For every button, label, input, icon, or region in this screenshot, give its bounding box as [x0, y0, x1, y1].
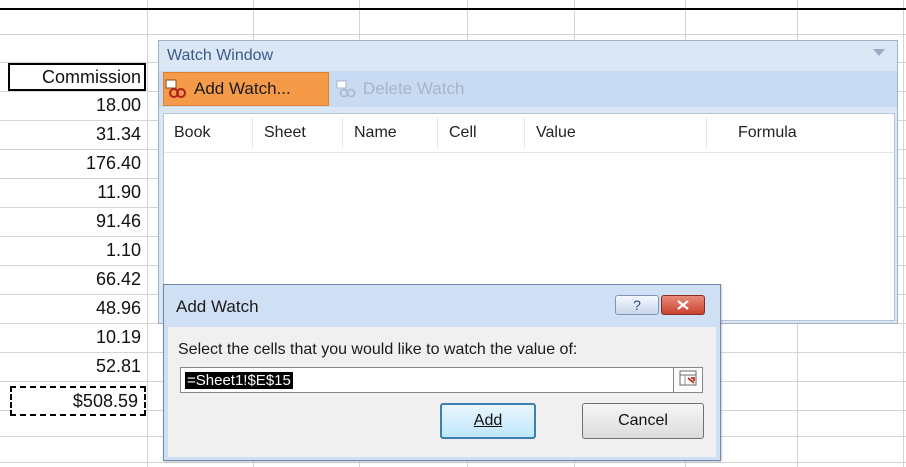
watch-list-header: Book Sheet Name Cell Value Formula [164, 114, 894, 153]
commission-cell[interactable]: 52.81 [8, 352, 146, 381]
commission-cell[interactable]: 31.34 [8, 120, 146, 149]
column-header-value[interactable]: Value [536, 124, 576, 142]
close-button[interactable] [661, 295, 705, 315]
commission-cell[interactable]: 66.42 [8, 265, 146, 294]
commission-cell[interactable]: 1.10 [8, 236, 146, 265]
cell-reference-value: =Sheet1!$E$15 [185, 372, 293, 389]
commission-cell[interactable]: 18.00 [8, 91, 146, 120]
total-commission-cell[interactable]: $508.59 [10, 386, 146, 416]
close-icon [677, 297, 689, 313]
cell-reference-input[interactable]: =Sheet1!$E$15 [180, 367, 678, 393]
cancel-button-label: Cancel [618, 412, 668, 429]
add-watch-dialog: Add Watch ? Select the cells that you wo… [163, 284, 721, 461]
add-watch-icon [164, 78, 188, 100]
commission-cell[interactable]: 91.46 [8, 207, 146, 236]
range-select-icon [679, 370, 697, 391]
commission-header-cell[interactable]: Commission [8, 63, 146, 91]
collapse-dialog-button[interactable] [673, 367, 703, 393]
column-divider[interactable] [706, 118, 707, 148]
grid-line [0, 34, 906, 35]
window-menu-dropdown-icon[interactable] [873, 49, 885, 56]
column-divider[interactable] [437, 118, 438, 148]
dialog-prompt: Select the cells that you would like to … [178, 341, 578, 358]
commission-cell[interactable]: 11.90 [8, 178, 146, 207]
watch-window-toolbar: Add Watch... Delete Watch [159, 71, 897, 107]
column-divider[interactable] [342, 118, 343, 148]
watch-window-title[interactable]: Watch Window [167, 47, 273, 65]
add-watch-label: Add Watch... [194, 79, 291, 98]
delete-watch-label: Delete Watch [363, 79, 465, 98]
delete-watch-button[interactable]: Delete Watch [335, 72, 505, 106]
add-button-label: Add [473, 412, 503, 429]
delete-watch-icon [335, 79, 357, 99]
commission-cell[interactable]: 176.40 [8, 149, 146, 178]
dialog-title[interactable]: Add Watch [176, 297, 259, 317]
help-icon: ? [633, 297, 641, 313]
commission-cell[interactable]: 48.96 [8, 294, 146, 323]
column-header-formula[interactable]: Formula [738, 124, 797, 142]
column-divider[interactable] [524, 118, 525, 148]
add-button[interactable]: Add [440, 403, 536, 439]
dialog-body: Select the cells that you would like to … [168, 327, 716, 457]
add-watch-button[interactable]: Add Watch... [163, 72, 329, 106]
watch-window: Watch Window Add Watch... Delete Watch B… [158, 40, 898, 324]
grid-line [903, 0, 904, 467]
column-divider[interactable] [252, 118, 253, 148]
commission-cell[interactable]: 10.19 [8, 323, 146, 352]
help-button[interactable]: ? [615, 295, 659, 315]
column-header-cell[interactable]: Cell [449, 124, 477, 142]
cancel-button[interactable]: Cancel [582, 403, 704, 439]
column-header-name[interactable]: Name [354, 124, 397, 142]
column-header-book[interactable]: Book [174, 124, 210, 142]
grid-top-border [0, 8, 906, 10]
grid-line [0, 462, 906, 463]
grid-line [147, 0, 148, 467]
column-header-sheet[interactable]: Sheet [264, 124, 306, 142]
